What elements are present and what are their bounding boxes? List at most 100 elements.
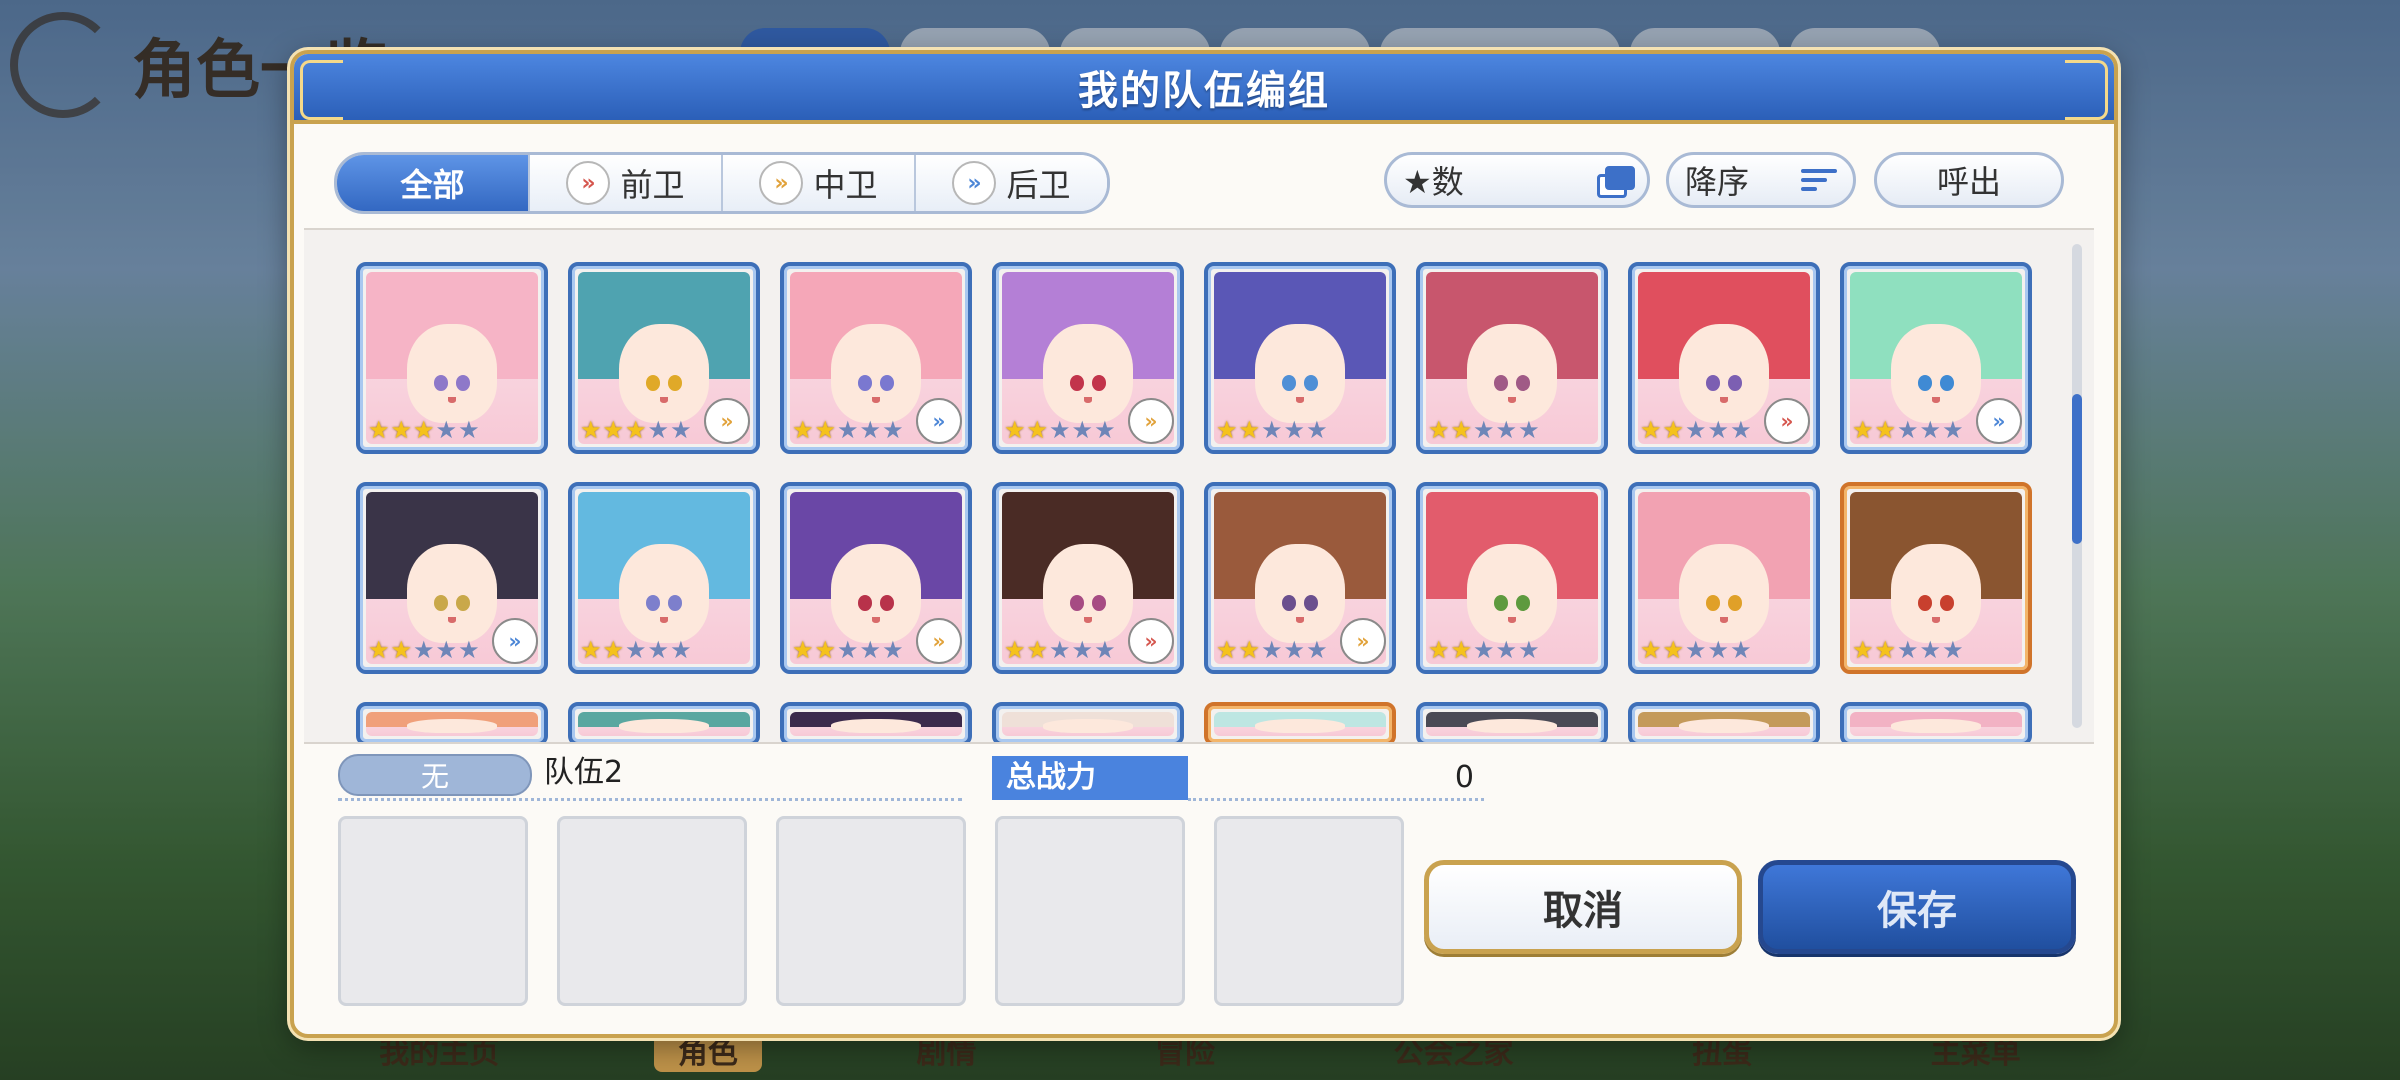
mid-role-icon: » [916, 618, 962, 664]
character-card[interactable]: ★ ★ ★ ★ ★» [992, 262, 1184, 454]
character-card[interactable]: ★ ★ ★ ★ ★ [1416, 262, 1608, 454]
star-icon: ★ [1518, 416, 1540, 444]
star-icon: ★ [1640, 636, 1662, 664]
character-card[interactable]: ★ ★ ★ ★ ★» [780, 482, 972, 674]
star-rating: ★ ★ ★ ★ ★ [1852, 418, 1964, 442]
filter-tab-1[interactable]: 全部 [337, 155, 530, 211]
character-card[interactable] [1840, 702, 2032, 742]
call-out-label: 呼出 [1936, 163, 2001, 201]
star-icon: ★ [1004, 416, 1026, 444]
team-slot-2[interactable] [557, 816, 747, 1006]
character-card[interactable] [1628, 702, 1820, 742]
role-filter-tabs: 全部» 前卫» 中卫» 后卫 [334, 152, 1110, 214]
character-card[interactable] [1416, 702, 1608, 742]
character-card[interactable]: ★ ★ ★ ★ ★ [1204, 262, 1396, 454]
star-icon: ★ [413, 636, 435, 664]
star-icon: ★ [390, 636, 413, 664]
star-sort-label: ★数 [1403, 163, 1464, 201]
character-card[interactable]: ★ ★ ★ ★ ★» [1840, 262, 2032, 454]
star-icon: ★ [1094, 636, 1116, 664]
star-icon: ★ [1026, 416, 1049, 444]
character-card[interactable]: ★ ★ ★ ★ ★ [568, 482, 760, 674]
character-card[interactable]: ★ ★ ★ ★ ★ [356, 262, 548, 454]
character-card[interactable]: ★ ★ ★ ★ ★ [1628, 482, 1820, 674]
star-icon: ★ [435, 416, 458, 444]
star-icon: ★ [1261, 636, 1283, 664]
mid-role-icon: » [1128, 398, 1174, 444]
corner-ornament-right [2065, 60, 2108, 120]
character-card[interactable] [356, 702, 548, 742]
star-rating: ★ ★ ★ ★ ★ [1852, 638, 1964, 662]
star-sort-button[interactable]: ★数 [1384, 152, 1650, 208]
character-card[interactable]: ★ ★ ★ ★ ★ » [780, 262, 972, 454]
star-rating: ★ ★ ★ ★ ★ [792, 418, 904, 442]
star-icon: ★ [647, 416, 670, 444]
character-card[interactable] [1204, 702, 1396, 742]
front-role-icon: » [1128, 618, 1174, 664]
star-icon: ★ [1071, 636, 1094, 664]
sort-order-button[interactable]: 降序 [1666, 152, 1856, 208]
character-card[interactable] [780, 702, 972, 742]
scrollbar-thumb[interactable] [2072, 394, 2082, 544]
star-icon: ★ [837, 416, 859, 444]
star-icon: ★ [1897, 636, 1919, 664]
star-icon: ★ [1428, 416, 1450, 444]
filter-tab-3[interactable]: » 中卫 [723, 155, 916, 211]
team-slot-5[interactable] [1214, 816, 1404, 1006]
star-icon: ★ [814, 416, 837, 444]
call-out-button[interactable]: 呼出 [1874, 152, 2064, 208]
divider [1188, 798, 1484, 801]
filter-tab-2[interactable]: » 前卫 [530, 155, 723, 211]
star-icon: ★ [837, 636, 859, 664]
character-card[interactable]: ★ ★ ★ ★ ★» [992, 482, 1184, 674]
team-slot-4[interactable] [995, 816, 1185, 1006]
filter-tab-label: 全部 [400, 166, 465, 204]
character-card[interactable] [992, 702, 1184, 742]
star-icon: ★ [792, 416, 814, 444]
back-role-icon: » [916, 398, 962, 444]
star-icon: ★ [792, 636, 814, 664]
star-icon: ★ [1942, 416, 1964, 444]
star-rating: ★ ★ ★ ★ ★ [1428, 638, 1540, 662]
team-slot-3[interactable] [776, 816, 966, 1006]
team-status-badge: 无 [338, 754, 532, 796]
star-icon: ★ [1238, 636, 1261, 664]
sort-lines-icon [1801, 169, 1837, 191]
team-slot-1[interactable] [338, 816, 528, 1006]
star-icon: ★ [670, 416, 692, 444]
character-card[interactable]: ★ ★ ★ ★ ★ [1416, 482, 1608, 674]
character-grid-area[interactable]: ★ ★ ★ ★ ★ ★ ★ ★ ★ ★» ★ ★ ★ ★ ★» ★ ★ ★ ★ ★» ★ ★ ★ ★ ★ ★ ★ ★ ★ ★ ★ ★ ★ ★ ★» ★… [304, 228, 2094, 744]
star-rating: ★ ★ ★ ★ ★ [792, 638, 904, 662]
star-icon: ★ [1238, 416, 1261, 444]
character-card[interactable]: ★ ★ ★ ★ ★» [1628, 262, 1820, 454]
star-icon: ★ [1495, 636, 1518, 664]
grid-scrollbar[interactable] [2072, 244, 2082, 728]
star-icon: ★ [1306, 416, 1328, 444]
character-card[interactable]: ★ ★ ★ ★ ★» [1204, 482, 1396, 674]
star-icon: ★ [602, 416, 625, 444]
character-card[interactable]: ★ ★ ★ ★ ★» [356, 482, 548, 674]
star-icon: ★ [625, 416, 647, 444]
save-button[interactable]: 保存 [1758, 860, 2076, 954]
star-icon: ★ [1216, 416, 1238, 444]
cancel-button[interactable]: 取消 [1424, 860, 1742, 954]
star-icon: ★ [602, 636, 625, 664]
star-icon: ★ [390, 416, 413, 444]
total-power-value: 0 [1454, 760, 1474, 795]
divider [338, 798, 962, 801]
back-role-icon: » [492, 618, 538, 664]
character-card[interactable]: ★ ★ ★ ★ ★ [1840, 482, 2032, 674]
mid-role-icon: » [759, 161, 804, 205]
team-name[interactable]: 队伍2 [544, 754, 623, 792]
character-card[interactable]: ★ ★ ★ ★ ★» [568, 262, 760, 454]
filter-tab-label: 中卫 [813, 166, 878, 204]
star-icon: ★ [1640, 416, 1662, 444]
dialog-header: 我的队伍编组 [294, 54, 2114, 124]
star-icon: ★ [1730, 416, 1752, 444]
filter-tab-4[interactable]: » 后卫 [916, 155, 1107, 211]
mid-role-icon: » [704, 398, 750, 444]
star-rating: ★ ★ ★ ★ ★ [1216, 638, 1328, 662]
character-card[interactable] [568, 702, 760, 742]
star-icon: ★ [1897, 416, 1919, 444]
star-icon: ★ [882, 416, 904, 444]
